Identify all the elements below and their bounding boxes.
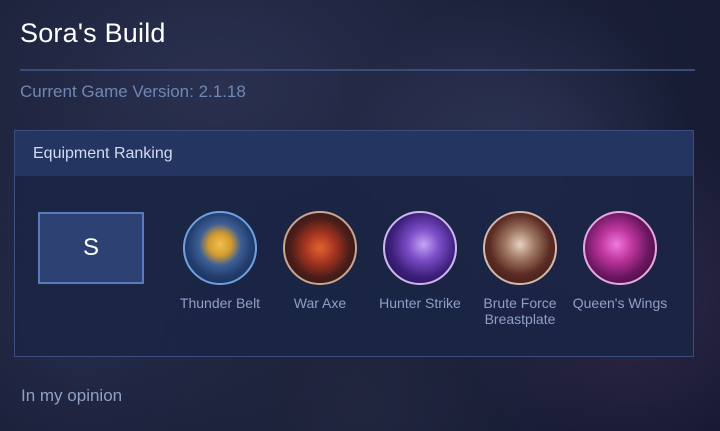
item-label: Brute Force Breastplate [483,295,557,327]
hunter-strike-icon [383,211,457,285]
item-label: Thunder Belt [179,295,261,311]
equipment-item[interactable]: Thunder Belt [171,211,269,311]
opinion-text: In my opinion [21,386,123,405]
thunder-belt-icon [183,211,257,285]
equipment-ranking-panel: Equipment Ranking S Thunder Belt War Axe… [14,130,694,357]
equipment-item[interactable]: Brute Force Breastplate [471,211,569,327]
page-title: Sora's Build [20,18,166,48]
queens-wings-icon [583,211,657,285]
game-version: Current Game Version: 2.1.18 [20,82,246,101]
tier-badge: S [38,212,144,284]
item-label: Queen's Wings [572,295,668,311]
panel-header-label: Equipment Ranking [33,144,173,162]
item-label: Hunter Strike [379,295,461,311]
equipment-item[interactable]: Queen's Wings [571,211,669,311]
equipment-item[interactable]: War Axe [271,211,369,311]
brute-force-breastplate-icon [483,211,557,285]
title-divider [20,69,695,71]
panel-header: Equipment Ranking [15,131,693,176]
item-label: War Axe [293,295,347,311]
equipment-item[interactable]: Hunter Strike [371,211,469,311]
war-axe-icon [283,211,357,285]
